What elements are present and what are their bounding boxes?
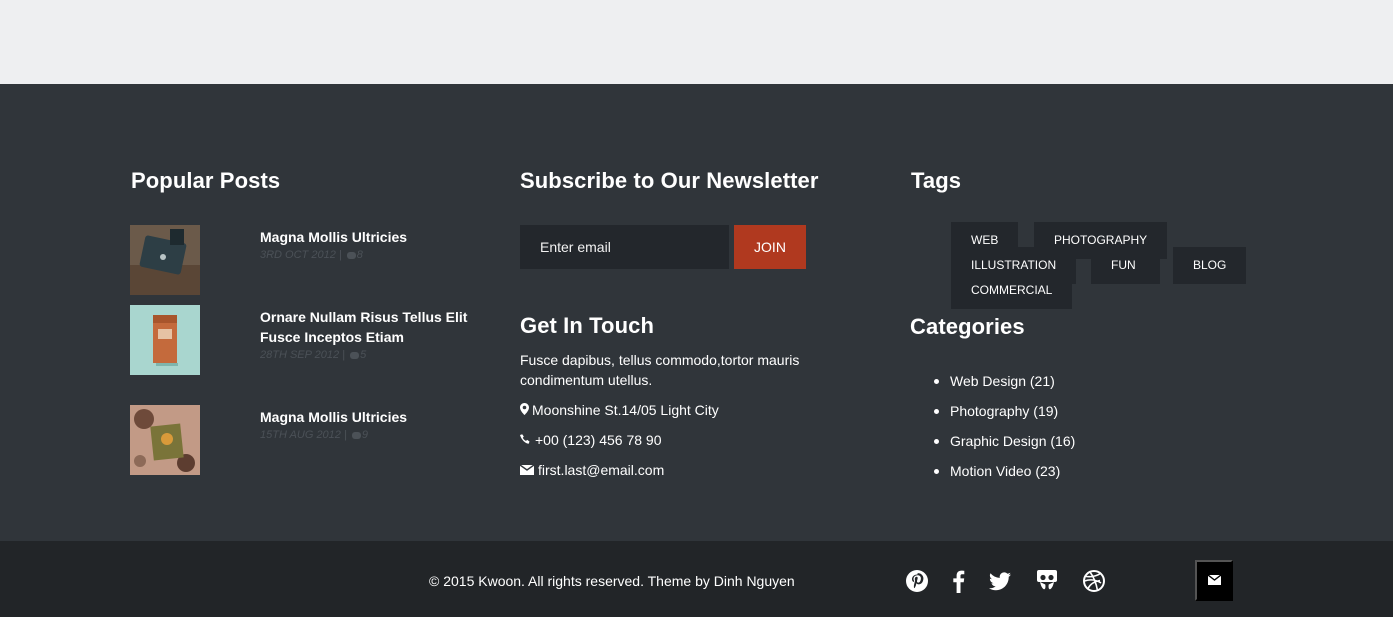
comment-icon [350, 352, 360, 359]
post-comment-count: 9 [361, 429, 369, 441]
category-motion-video[interactable]: Motion Video (23) [934, 461, 1075, 491]
category-graphic-design[interactable]: Graphic Design (16) [934, 431, 1075, 461]
phone-icon [520, 431, 535, 451]
post-comment-count: 8 [356, 249, 363, 261]
envelope-icon [519, 461, 538, 481]
bottom-bar: © 2015 Kwoon. All rights reserved. Theme… [0, 541, 1393, 617]
popular-post-item[interactable]: Ornare Nullam Risus Tellus Elit Fusce In… [130, 305, 490, 375]
contact-email-text[interactable]: first.last@email.com [538, 462, 664, 478]
tag-fun[interactable]: FUN [1091, 247, 1160, 284]
mail-button[interactable] [1195, 560, 1233, 601]
post-thumbnail[interactable] [130, 225, 200, 295]
post-title[interactable]: Magna Mollis Ultricies [260, 407, 490, 427]
copyright-text: © 2015 Kwoon. All rights reserved. Theme… [429, 573, 795, 589]
categories-heading: Categories [910, 314, 1025, 339]
page-top-area [0, 0, 1393, 84]
dribbble-icon[interactable] [1082, 569, 1106, 593]
categories-list: Web Design (21) Photography (19) Graphic… [934, 371, 1075, 491]
envelope-icon [1207, 573, 1221, 588]
comment-icon [346, 252, 356, 259]
comment-icon [351, 432, 361, 439]
newsletter-email-input[interactable] [520, 225, 729, 269]
post-meta: 28TH SEP 2012 | 5 [260, 349, 367, 361]
post-meta: 3RD OCT 2012 | 8 [260, 249, 363, 261]
contact-phone-text: +00 (123) 456 78 90 [535, 432, 662, 448]
category-web-design[interactable]: Web Design (21) [934, 371, 1075, 401]
post-meta: 15TH AUG 2012 | 9 [260, 429, 369, 441]
join-button[interactable]: JOIN [734, 225, 806, 269]
twitter-icon[interactable] [988, 569, 1012, 593]
contact-address-text: Moonshine St.14/05 Light City [532, 402, 719, 418]
popular-post-item[interactable]: Magna Mollis Ultricies 3RD OCT 2012 | 8 [130, 225, 490, 295]
get-in-touch-heading: Get In Touch [520, 313, 655, 338]
contact-description: Fusce dapibus, tellus commodo,tortor mau… [520, 352, 800, 388]
post-title[interactable]: Ornare Nullam Risus Tellus Elit Fusce In… [260, 307, 490, 347]
site-footer: Popular Posts Magna Mollis Ultricies 3RD… [0, 84, 1393, 541]
contact-address: Moonshine St.14/05 Light City [520, 400, 820, 421]
tag-blog[interactable]: BLOG [1173, 247, 1247, 284]
tag-commercial[interactable]: COMMERCIAL [951, 272, 1073, 309]
category-photography[interactable]: Photography (19) [934, 401, 1075, 431]
post-thumbnail[interactable] [130, 305, 200, 375]
post-date: 3RD OCT 2012 [260, 249, 336, 261]
popular-posts-heading: Popular Posts [131, 168, 281, 193]
post-thumbnail[interactable] [130, 405, 200, 475]
contact-phone: +00 (123) 456 78 90 [520, 430, 820, 451]
tags-heading: Tags [911, 168, 962, 193]
post-title[interactable]: Magna Mollis Ultricies [260, 227, 490, 247]
newsletter-heading: Subscribe to Our Newsletter [520, 168, 819, 193]
pinterest-icon[interactable] [905, 569, 929, 593]
post-comment-count: 5 [360, 349, 367, 361]
contact-email: first.last@email.com [519, 460, 820, 481]
popular-post-item[interactable]: Magna Mollis Ultricies 15TH AUG 2012 | 9 [130, 405, 490, 475]
slideshare-icon[interactable] [1035, 569, 1059, 593]
post-date: 28TH SEP 2012 [260, 349, 340, 361]
map-marker-icon [520, 401, 532, 421]
post-date: 15TH AUG 2012 [260, 429, 341, 441]
facebook-icon[interactable] [947, 569, 971, 593]
